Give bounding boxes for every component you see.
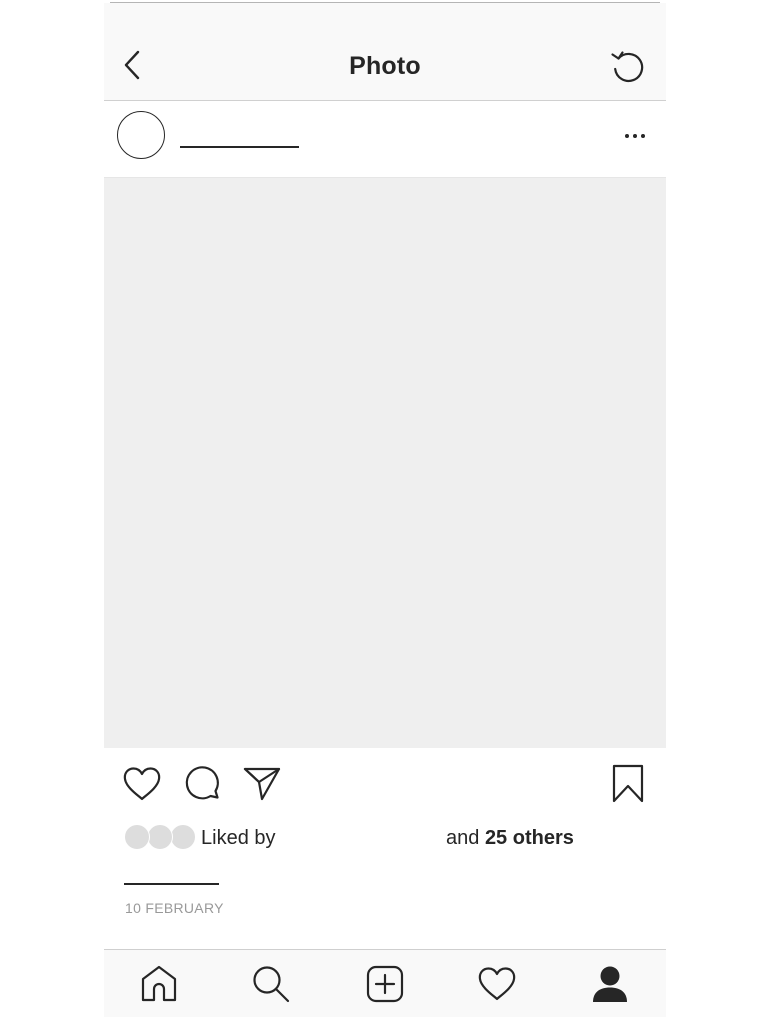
nav-bar: Photo [104, 3, 666, 101]
and-text: and [446, 827, 480, 849]
tab-new-post[interactable] [363, 962, 407, 1006]
heart-icon [123, 767, 161, 801]
comment-button[interactable] [181, 762, 225, 806]
liker-avatar [147, 824, 173, 850]
others-count[interactable]: 25 others [485, 827, 574, 849]
refresh-icon [611, 51, 644, 83]
page-title: Photo [349, 52, 421, 80]
caption-placeholder[interactable] [124, 883, 219, 885]
add-post-icon [366, 965, 404, 1003]
more-options-button[interactable] [618, 123, 652, 149]
username-placeholder[interactable] [180, 146, 299, 148]
liker-avatar [124, 824, 150, 850]
share-button[interactable] [240, 762, 284, 806]
ellipsis-icon [625, 134, 645, 138]
comment-icon [185, 766, 219, 800]
bookmark-icon [612, 764, 644, 803]
like-button[interactable] [120, 762, 164, 806]
tab-activity[interactable] [475, 962, 519, 1006]
profile-icon [593, 966, 627, 1002]
share-icon [243, 767, 281, 801]
activity-heart-icon [478, 967, 516, 1001]
likes-row: Liked by and 25 others [124, 822, 644, 854]
post-actions [104, 748, 666, 818]
liker-avatar [170, 824, 196, 850]
avatar[interactable] [117, 111, 165, 159]
home-icon [141, 965, 177, 1002]
post-header [104, 101, 666, 178]
search-icon [253, 966, 290, 1003]
bookmark-button[interactable] [606, 762, 650, 806]
tab-profile[interactable] [588, 962, 632, 1006]
liked-by-text: Liked by [201, 827, 276, 849]
tab-search[interactable] [249, 962, 293, 1006]
likes-count[interactable]: and 25 others [446, 827, 574, 850]
tab-home[interactable] [137, 962, 181, 1006]
liked-by-label[interactable]: Liked by [201, 827, 276, 850]
tab-bar [104, 949, 666, 1017]
post-photo[interactable] [104, 178, 666, 748]
refresh-button[interactable] [608, 47, 648, 87]
phone-screen: Photo Liked by and 25 others 10 FEBRUARY [104, 0, 666, 1017]
post-date: 10 FEBRUARY [125, 900, 224, 916]
